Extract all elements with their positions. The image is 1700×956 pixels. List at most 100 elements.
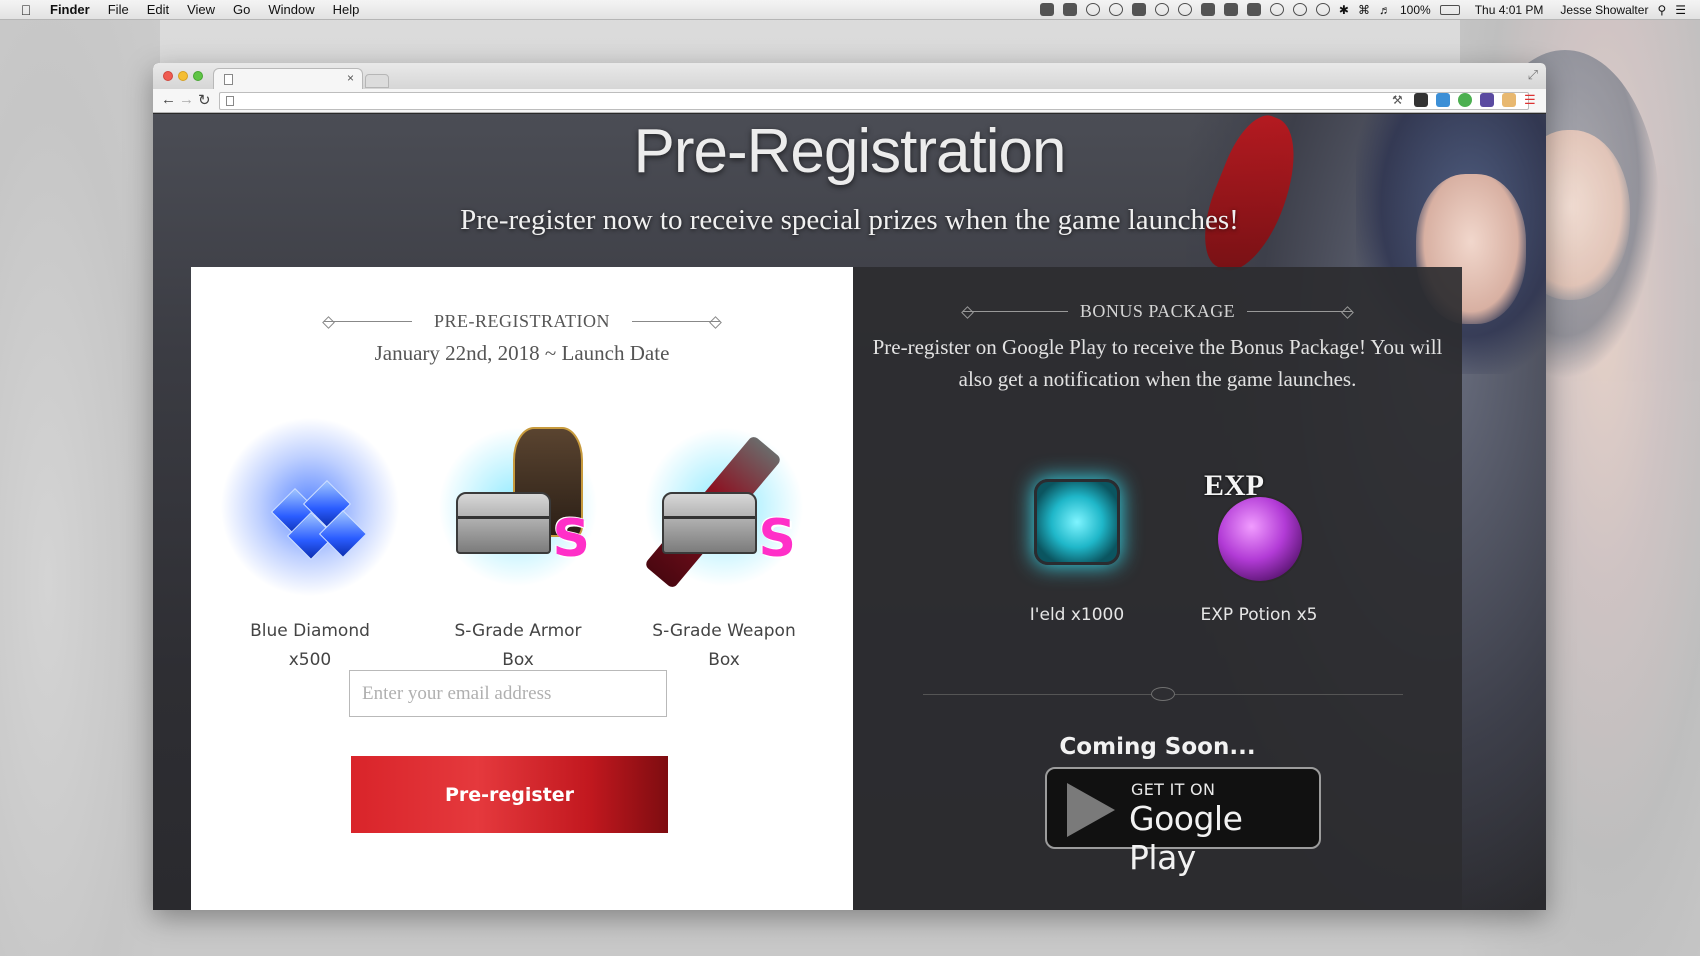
window-close-button[interactable] — [163, 71, 173, 81]
bonus-package-panel: BONUS PACKAGE Pre-register on Google Pla… — [853, 267, 1462, 910]
coming-soon-text: Coming Soon... — [1059, 734, 1256, 760]
bonus-package-heading: BONUS PACKAGE — [853, 301, 1462, 322]
menu-app-name[interactable]: Finder — [50, 2, 90, 17]
fullscreen-icon[interactable]: ⤢ — [1528, 67, 1538, 83]
reward-label: S-Grade Weapon Box — [624, 617, 824, 675]
email-field[interactable] — [349, 670, 667, 717]
window-zoom-button[interactable] — [193, 71, 203, 81]
menu-window[interactable]: Window — [268, 2, 314, 17]
time-machine-icon[interactable] — [1315, 3, 1330, 16]
forward-arrow-icon[interactable]: → — [179, 91, 194, 108]
extension-x-icon[interactable] — [1436, 93, 1450, 107]
badge-google-play: Google Play — [1129, 799, 1243, 877]
reward-blue-diamond: Blue Diamond x500 — [210, 417, 410, 675]
menu-user[interactable]: Jesse Showalter — [1560, 3, 1648, 17]
volume-icon[interactable]: ♬ — [1379, 3, 1391, 17]
browser-window: × ⤢ ← → ↻ ⚒ ☰ Pre-Registration Pre-regis… — [153, 63, 1546, 910]
weapon-box-icon: S — [634, 417, 814, 597]
armor-box-icon: S — [428, 417, 608, 597]
mac-menu-bar:  Finder File Edit View Go Window Help ✱… — [0, 0, 1700, 20]
bonus-item-label: EXP Potion x5 — [1200, 605, 1318, 625]
bonus-item-ield: I'eld x1000 — [997, 457, 1157, 625]
ield-cube-icon — [1012, 457, 1142, 587]
apple-logo-icon[interactable]:  — [16, 2, 36, 18]
page-content: Pre-Registration Pre-register now to rec… — [153, 114, 1546, 910]
address-bar[interactable] — [219, 92, 1529, 110]
dropbox-icon[interactable] — [1154, 3, 1169, 16]
browser-toolbar: ← → ↻ ⚒ ☰ — [153, 89, 1546, 113]
tray-app-icon[interactable] — [1108, 3, 1123, 16]
tray-app-icon[interactable] — [1223, 3, 1238, 16]
exp-potion-text: EXP — [1204, 469, 1264, 502]
wrench-icon[interactable]: ⚒ — [1392, 93, 1406, 107]
reward-weapon-box: S S-Grade Weapon Box — [624, 417, 824, 675]
bluetooth-icon[interactable]: ✱ — [1339, 3, 1349, 17]
tray-app-icon[interactable] — [1200, 3, 1215, 16]
cloud-icon[interactable] — [1246, 3, 1261, 16]
tray-app-icon[interactable] — [1039, 3, 1054, 16]
exp-potion-icon: EXP — [1194, 457, 1324, 587]
ornamental-divider — [923, 687, 1403, 701]
battery-icon[interactable] — [1439, 4, 1460, 15]
ornament-arrow-left — [323, 321, 412, 322]
extension-pig-icon[interactable] — [1502, 93, 1516, 107]
pre-registration-heading-text: PRE-REGISTRATION — [433, 311, 610, 331]
tray-app-icon[interactable] — [1062, 3, 1077, 16]
page-icon — [226, 96, 234, 106]
extension-shield-icon[interactable] — [1414, 93, 1428, 107]
battery-percent[interactable]: 100% — [1400, 3, 1431, 17]
ornament-arrow-right — [632, 321, 720, 322]
extension-stack-icon[interactable] — [1480, 93, 1494, 107]
tab-close-icon[interactable]: × — [347, 71, 354, 85]
wifi-icon[interactable]: ⌘ — [1358, 3, 1370, 17]
blue-diamond-icon — [220, 417, 400, 597]
reward-name: S-Grade Armor — [454, 621, 582, 641]
reward-label: S-Grade Armor Box — [418, 617, 618, 675]
ornament-arrow-right — [1247, 311, 1353, 312]
extension-icons: ⚒ ☰ — [1392, 93, 1538, 107]
bonus-package-heading-text: BONUS PACKAGE — [1079, 301, 1236, 321]
new-tab-button[interactable] — [365, 74, 389, 88]
pre-registration-heading: PRE-REGISTRATION — [191, 311, 853, 332]
reward-name: S-Grade Weapon — [652, 621, 796, 641]
tray-app-icon[interactable] — [1177, 3, 1192, 16]
tray-app-icon[interactable] — [1085, 3, 1100, 16]
page-subtitle: Pre-register now to receive special priz… — [460, 204, 1239, 236]
bonus-description: Pre-register on Google Play to receive t… — [872, 335, 1443, 391]
page-icon — [224, 74, 233, 85]
bonus-item-exp-potion: EXP EXP Potion x5 — [1179, 457, 1339, 625]
reward-label: Blue Diamond x500 — [210, 617, 410, 675]
s-grade-badge: S — [758, 509, 796, 569]
menu-go[interactable]: Go — [233, 2, 250, 17]
menu-help[interactable]: Help — [333, 2, 360, 17]
menu-edit[interactable]: Edit — [147, 2, 169, 17]
reward-armor-box: S S-Grade Armor Box — [418, 417, 618, 675]
pre-register-button[interactable]: Pre-register — [351, 756, 668, 833]
launch-date: January 22nd, 2018 ~ Launch Date — [374, 341, 670, 365]
ornament-arrow-left — [962, 311, 1068, 312]
notification-icon[interactable] — [1269, 3, 1284, 16]
desktop-background-left — [0, 20, 160, 956]
page-title: Pre-Registration — [633, 117, 1067, 186]
badge-get-it-on: GET IT ON — [1131, 780, 1216, 799]
menu-clock[interactable]: Thu 4:01 PM — [1475, 3, 1544, 17]
pre-registration-panel: PRE-REGISTRATION January 22nd, 2018 ~ La… — [191, 267, 853, 910]
reward-name: Blue Diamond — [250, 621, 370, 641]
google-play-badge[interactable]: GET IT ON Google Play — [1045, 767, 1321, 877]
spotlight-search-icon[interactable]: ⚲ — [1657, 3, 1666, 17]
tab-strip: × ⤢ — [153, 63, 1546, 89]
menu-view[interactable]: View — [187, 2, 215, 17]
messages-icon[interactable] — [1292, 3, 1307, 16]
window-minimize-button[interactable] — [178, 71, 188, 81]
menu-file[interactable]: File — [108, 2, 129, 17]
bonus-item-label: I'eld x1000 — [1029, 605, 1125, 625]
menu-hamburger-icon[interactable]: ☰ — [1524, 93, 1538, 107]
google-play-icon — [1067, 783, 1115, 837]
back-arrow-icon[interactable]: ← — [161, 91, 176, 108]
s-grade-badge: S — [552, 509, 590, 569]
tray-app-icon[interactable] — [1131, 3, 1146, 16]
browser-tab[interactable]: × — [213, 68, 363, 89]
reload-icon[interactable]: ↻ — [198, 91, 211, 109]
notification-center-icon[interactable]: ☰ — [1675, 3, 1686, 17]
chrome-extension-icon[interactable] — [1458, 93, 1472, 107]
